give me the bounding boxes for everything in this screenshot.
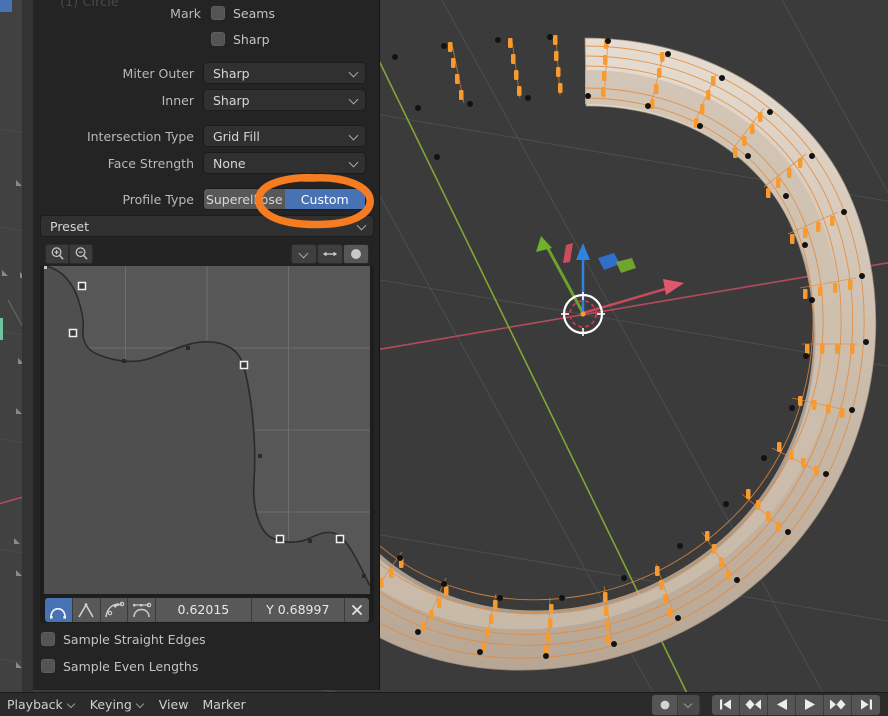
auto-keyframe-button[interactable] (652, 694, 678, 715)
point-y-field[interactable]: Y 0.68997 (251, 597, 345, 622)
checkbox-box[interactable] (41, 632, 55, 646)
play-reverse-button[interactable] (768, 694, 796, 715)
inner-dropdown[interactable]: Sharp (203, 89, 366, 111)
point-x-field[interactable]: 0.62015 (156, 597, 252, 622)
miter-outer-label: Miter Outer (122, 65, 194, 81)
chevron-down-icon (349, 158, 359, 168)
timeline-menu-playback-label: Playback (7, 697, 63, 712)
chevron-down-icon (349, 95, 359, 105)
chevron-down-icon (349, 131, 359, 141)
magnifier-minus-icon (75, 247, 87, 260)
sample-even-lengths-checkbox[interactable]: Sample Even Lengths (41, 655, 198, 677)
face-strength-dropdown[interactable]: None (203, 152, 366, 174)
chevron-down-icon (685, 701, 693, 709)
profile-type-toggle[interactable]: Superellipse Custom (203, 188, 366, 210)
zoom-out-button[interactable] (69, 243, 93, 264)
timeline-menu-view-label: View (158, 697, 189, 712)
aligned-handle-icon (105, 601, 125, 617)
handle-type-free-button[interactable] (128, 597, 157, 622)
chevron-down-icon (68, 701, 76, 709)
sample-straight-edges-checkbox[interactable]: Sample Straight Edges (41, 628, 206, 650)
viewport-left-sliver[interactable] (0, 0, 33, 692)
intersection-type-dropdown[interactable]: Grid Fill (203, 125, 366, 147)
timeline-header[interactable]: Playback Keying View Marker (0, 692, 888, 716)
intersection-type-value: Grid Fill (213, 128, 260, 144)
play-reverse-icon (776, 699, 787, 710)
auto-handle-icon (50, 607, 67, 619)
record-circle-icon (660, 700, 669, 709)
curve-widget-header (40, 241, 374, 266)
playback-controls[interactable] (712, 694, 880, 715)
clipping-button[interactable] (317, 243, 343, 264)
profile-type-option-superellipse[interactable]: Superellipse (204, 189, 285, 209)
jump-to-end-button[interactable] (852, 694, 880, 715)
mark-seams-label: Seams (233, 5, 275, 21)
curve-tools-button[interactable] (343, 243, 369, 264)
mark-label: Mark (170, 5, 201, 21)
zoom-in-button[interactable] (45, 243, 69, 264)
sample-straight-edges-label: Sample Straight Edges (63, 631, 206, 647)
inner-label: Inner (161, 92, 194, 108)
inner-value: Sharp (213, 92, 250, 108)
timeline-menu-keying-label: Keying (89, 697, 132, 712)
checkbox-box[interactable] (211, 6, 225, 20)
chevron-down-icon (349, 68, 359, 78)
handle-type-vector-button[interactable] (72, 597, 101, 622)
curve-canvas[interactable] (42, 264, 371, 594)
handle-type-auto-button[interactable] (45, 597, 73, 622)
curve-widget-footer[interactable]: 0.62015 Y 0.68997 (40, 596, 374, 623)
mark-seams-checkbox[interactable]: Seams (211, 6, 275, 21)
profile-curve-widget[interactable]: 0.62015 Y 0.68997 (40, 241, 374, 623)
free-handle-icon (132, 602, 152, 617)
circle-icon (351, 248, 361, 259)
play-button[interactable] (796, 694, 824, 715)
miter-outer-dropdown[interactable]: Sharp (203, 62, 366, 84)
profile-type-option-custom[interactable]: Custom (284, 189, 365, 209)
preset-value: Preset (50, 218, 89, 234)
handle-type-aligned-button[interactable] (100, 597, 129, 622)
preset-dropdown[interactable]: Preset (40, 215, 374, 237)
delete-point-button[interactable] (344, 597, 370, 622)
operator-properties-panel[interactable]: (1) Circle Mark Seams Sharp Miter Outer … (33, 0, 380, 690)
profile-type-label: Profile Type (122, 191, 194, 207)
x-icon (352, 604, 362, 615)
timeline-menu-playback[interactable]: Playback (0, 693, 83, 716)
miter-outer-value: Sharp (213, 65, 250, 81)
play-icon (804, 699, 815, 710)
timeline-menu-marker[interactable]: Marker (195, 693, 252, 716)
checkbox-box[interactable] (211, 32, 225, 46)
chevron-down-icon (137, 701, 145, 709)
intersection-type-label: Intersection Type (86, 128, 194, 144)
timeline-menu-keying[interactable]: Keying (83, 693, 152, 716)
mark-sharp-checkbox[interactable]: Sharp (211, 32, 270, 47)
curve-menu-button[interactable] (291, 243, 317, 264)
chevron-down-icon (299, 249, 309, 259)
jump-to-end-icon (860, 699, 872, 710)
jump-to-start-button[interactable] (712, 694, 740, 715)
magnifier-plus-icon (51, 247, 63, 260)
prev-keyframe-button[interactable] (740, 694, 768, 715)
face-strength-label: Face Strength (107, 155, 194, 171)
timeline-menu-view[interactable]: View (152, 693, 196, 716)
sample-even-lengths-label: Sample Even Lengths (63, 658, 199, 674)
mark-sharp-label: Sharp (233, 31, 270, 47)
next-keyframe-icon (830, 699, 846, 710)
horizontal-arrows-icon (322, 251, 338, 256)
chevron-down-icon (357, 221, 367, 231)
face-strength-value: None (213, 155, 246, 171)
jump-to-start-icon (720, 699, 731, 710)
next-keyframe-button[interactable] (824, 694, 852, 715)
auto-keyframe-options-button[interactable] (678, 694, 700, 715)
prev-keyframe-icon (745, 699, 761, 710)
checkbox-box[interactable] (41, 659, 55, 673)
timeline-menu-marker-label: Marker (202, 697, 246, 712)
vector-handle-icon (78, 602, 94, 617)
